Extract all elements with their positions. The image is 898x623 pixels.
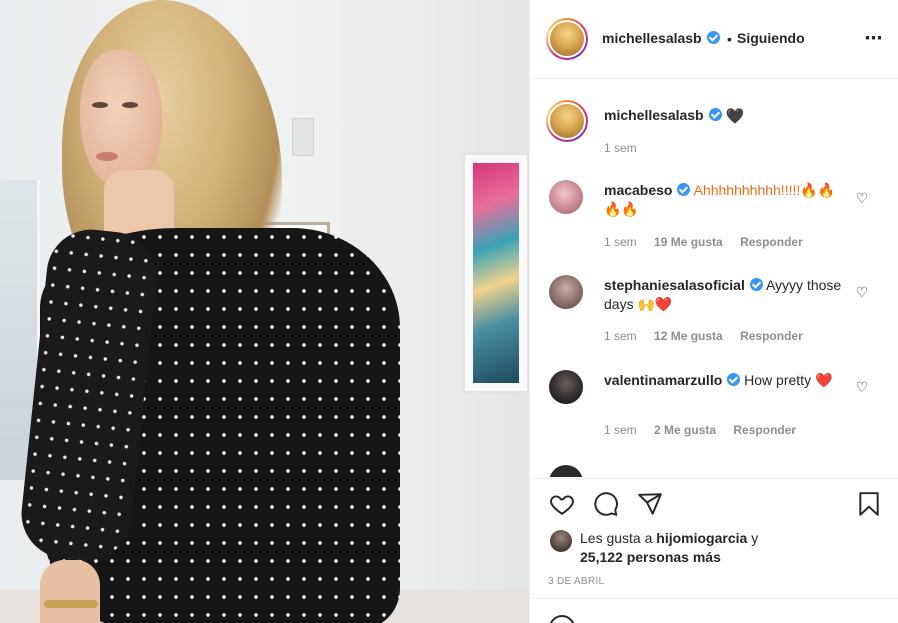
photo-eye-right [122,102,138,108]
comment-meta: 1 sem 12 Me gusta Responder [604,329,817,343]
caption: michellesalasb 🖤 1 sem [530,80,898,172]
comment-body: How pretty ❤️ [744,372,833,388]
header-separator: • [727,31,732,47]
photo-bracelet [44,600,98,608]
verified-badge-icon [749,278,763,291]
like-comment-heart-icon[interactable]: ♡ [854,284,870,300]
post-actions: Les gusta a hijomiogarcia y 25,122 perso… [530,478,898,598]
comment-meta: 1 sem 19 Me gusta Responder [604,235,817,249]
comment-item: valentinamarzullo How pretty ❤️ ♡ 1 sem … [530,361,898,456]
comment-avatar[interactable] [549,370,583,404]
photo-hand [40,560,100,623]
comment-time[interactable]: 1 sem [604,329,637,343]
author-username[interactable]: michellesalasb [602,30,720,46]
caption-time: 1 sem [604,141,637,155]
comment-avatar[interactable] [549,465,583,477]
photo-lips [96,152,118,161]
comments-list[interactable]: michellesalasb 🖤 1 sem macabeso Ahhhhhhhh… [530,80,898,477]
comment-meta: 1 sem 2 Me gusta Responder [604,423,810,437]
comment-avatar[interactable] [549,275,583,309]
likes-count-button[interactable]: 25,122 personas más [580,549,721,565]
reply-button[interactable]: Responder [740,329,803,343]
verified-badge-icon [708,108,722,121]
post-photo[interactable] [0,0,529,623]
emoji-icon[interactable] [549,615,575,623]
post-side-panel: michellesalasb • Siguiendo ⋯ michellesal… [529,0,898,623]
photo-face [80,50,162,190]
verified-badge-icon [727,373,741,386]
following-button[interactable]: Siguiendo [737,30,805,46]
liked-by-username[interactable]: hijomiogarcia [656,530,747,546]
paper-plane-icon[interactable] [637,491,663,517]
photo-wall-vent [292,118,314,156]
comment-likes[interactable]: 19 Me gusta [654,235,723,249]
heart-outline-icon[interactable] [549,491,575,517]
post-header: michellesalasb • Siguiendo ⋯ [530,0,898,79]
more-options-icon[interactable]: ⋯ [863,28,885,50]
verified-badge-icon [706,31,720,44]
caption-username[interactable]: michellesalasb 🖤 [604,107,744,125]
post-date[interactable]: 3 DE ABRIL [548,576,604,587]
photo-eye-left [92,102,108,108]
reply-button[interactable]: Responder [733,423,796,437]
liked-by-avatar[interactable] [550,530,572,552]
comment-likes[interactable]: 12 Me gusta [654,329,723,343]
caption-text: 🖤 [725,108,745,125]
comment-text: stephaniesalasoficial Ayyyy those days 🙌… [604,276,844,314]
photo-wall-art-right [463,153,529,393]
author-avatar[interactable] [546,18,588,60]
comment-likes[interactable]: 2 Me gusta [654,423,716,437]
add-comment-bar [530,598,898,623]
like-comment-heart-icon[interactable]: ♡ [854,190,870,206]
liked-by-text: Les gusta a hijomiogarcia y 25,122 perso… [580,530,759,565]
comment-item-partial [530,456,898,477]
comment-username[interactable]: macabeso [604,182,672,198]
comment-text: macabeso Ahhhhhhhhhh!!!!!🔥🔥🔥🔥 [604,181,844,219]
comment-item: macabeso Ahhhhhhhhhh!!!!!🔥🔥🔥🔥 ♡ 1 sem 19… [530,172,898,266]
comment-username[interactable]: valentinamarzullo [604,372,722,388]
comment-icon[interactable] [593,491,619,517]
comment-time[interactable]: 1 sem [604,235,637,249]
comment-avatar[interactable] [549,180,583,214]
verified-badge-icon [677,183,691,196]
comment-time[interactable]: 1 sem [604,423,637,437]
like-comment-heart-icon[interactable]: ♡ [854,379,870,395]
comment-text: valentinamarzullo How pretty ❤️ [604,371,844,390]
caption-avatar[interactable] [546,100,588,142]
comment-item: stephaniesalasoficial Ayyyy those days 🙌… [530,266,898,361]
bookmark-icon[interactable] [856,491,882,517]
comment-username[interactable]: stephaniesalasoficial [604,277,745,293]
reply-button[interactable]: Responder [740,235,803,249]
